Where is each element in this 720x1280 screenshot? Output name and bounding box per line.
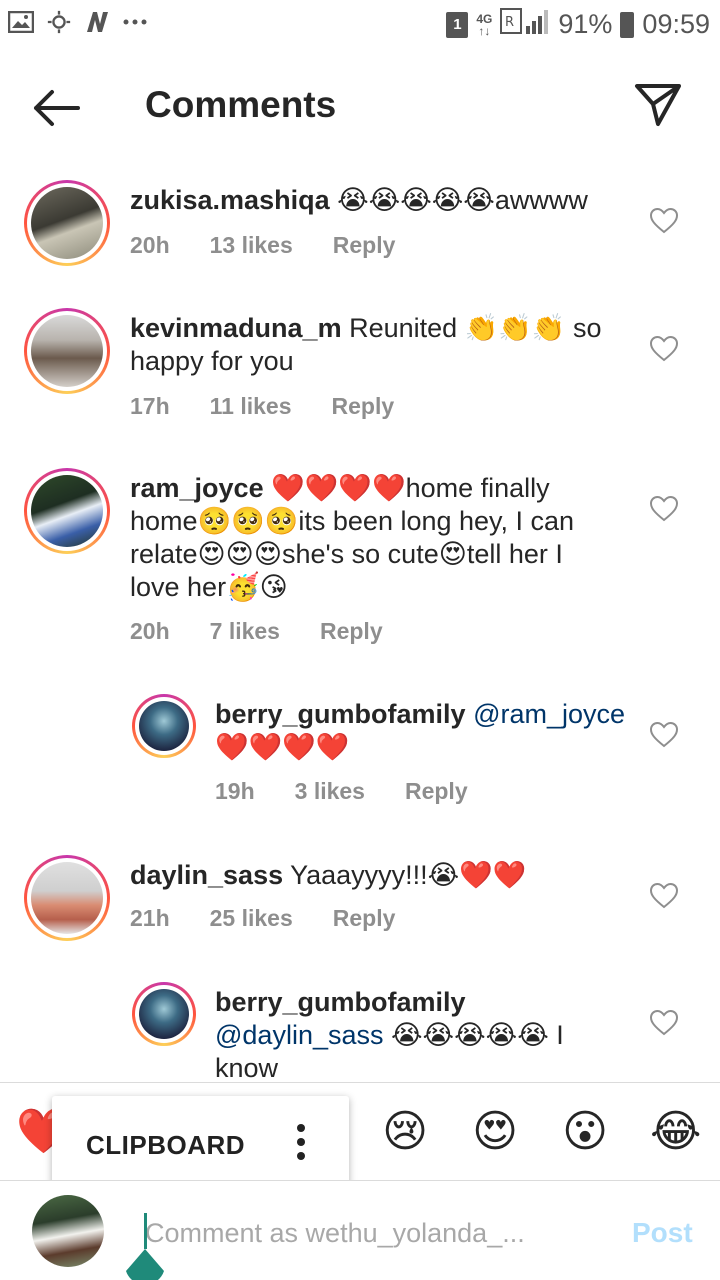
heart-icon[interactable] [649, 207, 679, 234]
comment-time: 21h [130, 905, 170, 931]
comment-body: 😭😭😭😭😭awwww [329, 185, 588, 215]
comment-likes[interactable]: 3 likes [295, 778, 365, 805]
comment-meta: 20h 7 likes Reply [130, 618, 423, 645]
reply-button[interactable]: Reply [332, 393, 395, 420]
battery-percent: 91% [558, 9, 613, 39]
comment-text: berry_gumbofamily @ram_joyce ❤️❤️❤️❤️ [215, 698, 635, 764]
emoji-cry[interactable]: 😢 [380, 1107, 430, 1157]
comment-text: daylin_sass Yaaayyyy!!!😭❤️❤️ [130, 859, 630, 892]
comment-text: zukisa.mashiqa 😭😭😭😭😭awwww [130, 184, 630, 217]
comment-time: 19h [215, 778, 255, 804]
text-cursor [144, 1213, 147, 1249]
comment-likes[interactable]: 13 likes [210, 232, 293, 259]
heart-icon[interactable] [649, 882, 679, 909]
comment-meta: 21h 25 likes Reply [130, 905, 435, 932]
heart-icon[interactable] [649, 495, 679, 522]
comment-meta: 19h 3 likes Reply [215, 778, 508, 805]
network-type: 4G ↑↓ [476, 11, 493, 38]
reply-button[interactable]: Reply [333, 905, 396, 932]
comment-username[interactable]: zukisa.mashiqa [130, 185, 330, 215]
avatar[interactable] [24, 180, 110, 266]
svg-text:R: R [505, 15, 514, 30]
comment-time: 17h [130, 393, 170, 419]
battery-icon [620, 11, 635, 38]
back-arrow-icon[interactable] [30, 88, 82, 128]
signal-icon: R [500, 8, 550, 41]
avatar[interactable] [24, 308, 110, 394]
heart-icon[interactable] [649, 721, 679, 748]
brightness-icon [46, 10, 72, 34]
header: Comments [0, 50, 720, 160]
comment-username[interactable]: berry_gumbofamily [215, 987, 466, 1017]
emoji-heart-eyes[interactable]: 😍 [470, 1107, 520, 1157]
my-avatar [32, 1195, 104, 1267]
reply-item: berry_gumbofamily @daylin_sass 😭😭😭😭😭 I k… [0, 982, 720, 1082]
more-vertical-icon[interactable] [296, 1124, 306, 1160]
reply-button[interactable]: Reply [405, 778, 468, 805]
comment-username[interactable]: daylin_sass [130, 860, 283, 890]
gallery-icon [8, 10, 34, 34]
avatar[interactable] [132, 982, 196, 1046]
comment-time: 20h [130, 232, 170, 258]
comment-body: ❤️❤️❤️❤️ [215, 732, 350, 762]
emoji-surprised[interactable]: 😮 [560, 1107, 610, 1157]
heart-icon[interactable] [649, 1009, 679, 1036]
clipboard-popup: CLIPBOARD [52, 1096, 349, 1190]
heart-icon[interactable] [649, 335, 679, 362]
post-button[interactable]: Post [632, 1217, 693, 1249]
comment-meta: 17h 11 likes Reply [130, 393, 434, 420]
sim-slot-badge: 1 [446, 11, 469, 38]
page-title: Comments [145, 84, 337, 125]
avatar[interactable] [132, 694, 196, 758]
comment-username[interactable]: ram_joyce [130, 473, 264, 503]
cursor-handle-icon[interactable] [124, 1249, 166, 1280]
comment-likes[interactable]: 11 likes [210, 393, 292, 420]
comment-username[interactable]: berry_gumbofamily [215, 699, 466, 729]
comment-composer: Post [0, 1180, 720, 1280]
avatar[interactable] [24, 855, 110, 941]
comment-likes[interactable]: 7 likes [210, 618, 280, 645]
comment-text: ram_joyce ❤️❤️❤️❤️home finally home🥺🥺🥺it… [130, 472, 610, 604]
avatar[interactable] [24, 468, 110, 554]
comment-time: 20h [130, 618, 170, 644]
comment-input[interactable] [145, 1211, 565, 1255]
comment-meta: 20h 13 likes Reply [130, 232, 435, 259]
comment-username[interactable]: kevinmaduna_m [130, 313, 342, 343]
clipboard-button[interactable]: CLIPBOARD [86, 1130, 245, 1161]
emoji-laugh[interactable]: 😂 [650, 1107, 701, 1157]
reply-button[interactable]: Reply [320, 618, 383, 645]
more-notifications-icon [122, 10, 148, 34]
clock: 09:59 [642, 9, 710, 39]
comment-likes[interactable]: 25 likes [210, 905, 293, 932]
nfc-icon [84, 10, 110, 34]
reply-button[interactable]: Reply [333, 232, 396, 259]
comment-text: kevinmaduna_m Reunited 👏👏👏 so happy for … [130, 312, 620, 378]
mention-link[interactable]: @daylin_sass [215, 1020, 384, 1050]
status-bar: 1 4G ↑↓ R 91% 09:59 [0, 0, 720, 50]
mention-link[interactable]: @ram_joyce [473, 699, 625, 729]
comment-text: berry_gumbofamily @daylin_sass 😭😭😭😭😭 I k… [215, 986, 615, 1082]
comment-body: Yaaayyyy!!!😭❤️❤️ [283, 860, 527, 890]
direct-share-icon[interactable] [634, 82, 682, 128]
